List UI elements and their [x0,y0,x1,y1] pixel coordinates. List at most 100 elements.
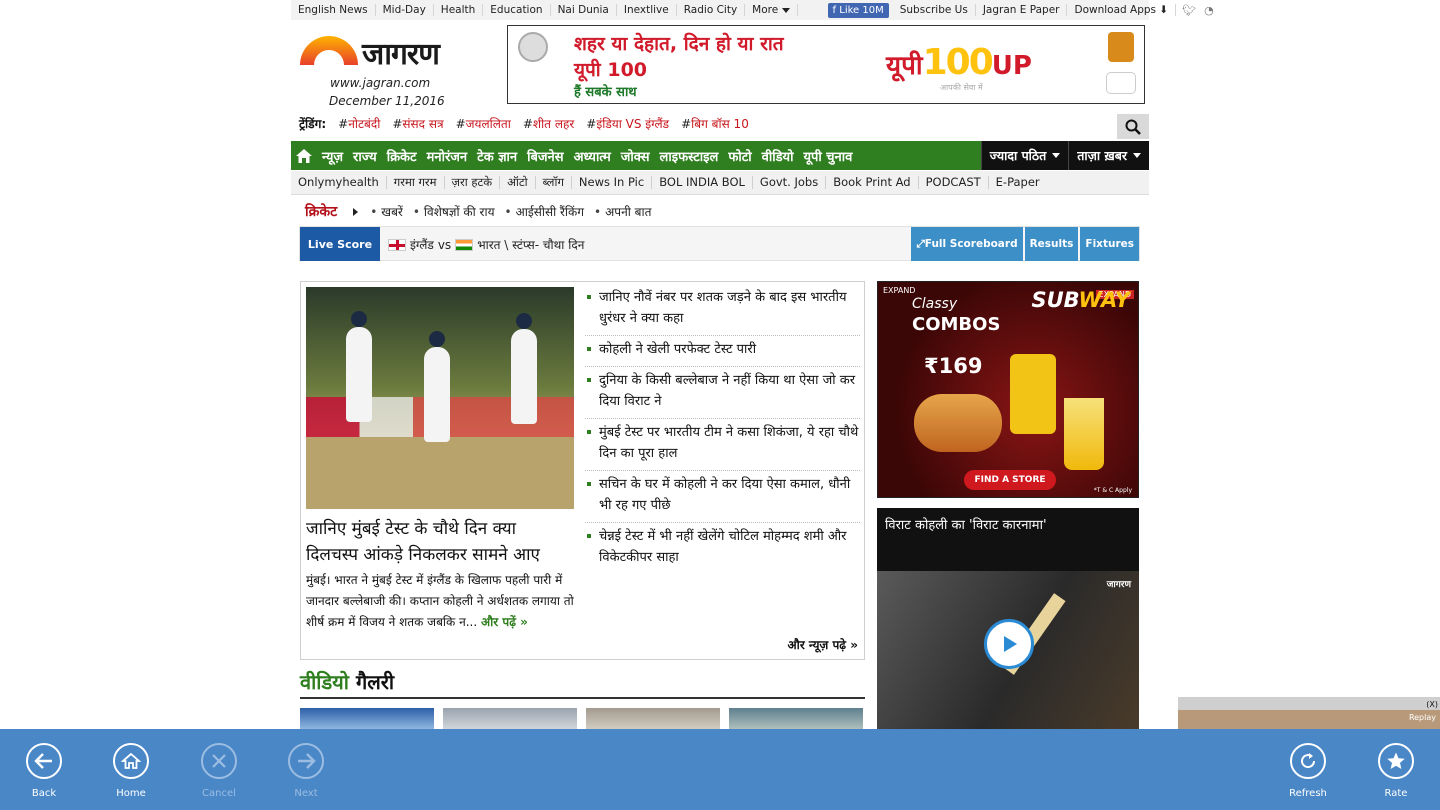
subway-ad[interactable]: EXPAND EXPAND Classy COMBOS SUBWAY ₹169 … [877,281,1139,498]
top-link-download-apps[interactable]: Download Apps ⬇ [1067,4,1177,16]
list-item[interactable]: दुनिया के किसी बल्लेबाज ने नहीं किया था … [585,367,860,419]
subnav-item[interactable]: BOL INDIA BOL [652,176,753,189]
top-link-english-news[interactable]: English News [291,4,376,16]
nav-item-lifestyle[interactable]: लाइफस्टाइल [655,147,724,165]
list-item[interactable]: सचिन के घर में कोहली ने कर दिया ऐसा कमाल… [585,471,860,523]
ad-combos-text: COMBOS [912,314,1001,335]
subnav-item[interactable]: E-Paper [989,176,1047,189]
trending-tag[interactable]: #नोटबंदी [338,115,380,132]
top-link-health[interactable]: Health [434,4,484,16]
nav-item-cricket[interactable]: क्रिकेट [382,147,422,165]
nav-item-jokes[interactable]: जोक्स [616,147,655,165]
refresh-button-circle [1290,743,1326,779]
nav-item-entertainment[interactable]: मनोरंजन [422,147,473,165]
top-link-education[interactable]: Education [483,4,551,16]
nav-home-button[interactable] [291,141,317,170]
fixtures-button[interactable]: Fixtures [1080,227,1139,261]
subnav-item[interactable]: ज़रा हटके [445,176,501,189]
home-label: Home [116,788,146,799]
read-more-link[interactable]: और पढ़ें » [481,615,528,629]
nav-item-up-election[interactable]: यूपी चुनाव [798,147,857,165]
cricket-link[interactable]: विशेषज्ञों की राय [413,203,495,220]
trending-tag[interactable]: #शीत लहर [523,115,574,132]
nav-item-news[interactable]: न्यूज़ [317,147,348,165]
subnav-item[interactable]: Book Print Ad [826,176,919,189]
top-link-more[interactable]: More [745,4,798,16]
banner-tagline: आपकी सेवा में [940,83,983,92]
top-story-image[interactable] [306,287,574,509]
cricket-link[interactable]: अपनी बात [594,203,651,220]
latest-news-dropdown[interactable]: ताज़ा ख़बर [1068,141,1149,170]
replay-button[interactable]: Replay [1409,713,1436,722]
nav-item-spirituality[interactable]: अध्यात्म [569,147,616,165]
nav-item-states[interactable]: राज्य [348,147,382,165]
subnav-item[interactable]: ऑटो [500,176,536,189]
refresh-button[interactable]: Refresh [1278,743,1338,799]
nav-item-tech[interactable]: टेक ज्ञान [472,147,522,165]
top-link-subscribe[interactable]: Subscribe Us [893,4,976,16]
up100-banner-ad[interactable]: शहर या देहात, दिन हो या रात यूपी 100 हैं… [507,25,1145,104]
rate-button-circle [1378,743,1414,779]
nav-item-video[interactable]: वीडियो [757,147,799,165]
subnav-item[interactable]: ब्लॉग [536,176,572,189]
home-button-circle [113,743,149,779]
ad-expand-label[interactable]: EXPAND [883,286,915,295]
ad-classy-text: Classy [912,296,958,312]
most-read-dropdown[interactable]: ज्यादा पठित [980,141,1069,170]
subnav-item[interactable]: Govt. Jobs [753,176,827,189]
top-story-headline[interactable]: जानिए मुंबई टेस्ट के चौथे दिन क्या दिलचस… [306,516,568,568]
trending-tag[interactable]: #संसद सत्र [392,115,443,132]
live-score-label[interactable]: Live Score [300,227,380,261]
video-gallery-title-part1: वीडियो [300,670,349,694]
subnav-item[interactable]: News In Pic [572,176,653,189]
list-item[interactable]: चेन्नई टेस्ट में भी नहीं खेलेंगे चोटिल म… [585,523,860,574]
live-score-text[interactable]: इंग्लैंड vs भारत \ स्टंप्स- चौथा दिन [388,236,584,253]
top-link-epaper[interactable]: Jagran E Paper [976,4,1068,16]
nav-item-photo[interactable]: फोटो [723,147,756,165]
trending-tag[interactable]: #जयललिता [456,115,511,132]
top-link-nai-dunia[interactable]: Nai Dunia [551,4,617,16]
top-link-mid-day[interactable]: Mid-Day [376,4,434,16]
home-button[interactable]: Home [101,743,161,799]
cricket-link[interactable]: आईसीसी रैंकिंग [505,203,584,220]
top-link-radio-city[interactable]: Radio City [677,4,746,16]
subnav-item[interactable]: गरमा गरम [387,176,445,189]
trending-tag[interactable]: #बिग बॉस 10 [681,115,749,132]
player-figure [511,313,537,424]
list-item[interactable]: जानिए नौवें नंबर पर शतक जड़ने के बाद इस … [585,284,860,336]
facebook-like-button[interactable]: f Like 10M [827,2,889,18]
results-button[interactable]: Results [1024,227,1079,261]
back-button[interactable]: Back [14,743,74,799]
full-scoreboard-button[interactable]: ⤢ Full Scoreboard [911,227,1023,261]
nav-item-business[interactable]: बिजनेस [522,147,568,165]
rate-button[interactable]: Rate [1366,743,1426,799]
rss-icon[interactable]: ◔ [1204,4,1214,17]
back-label: Back [31,788,57,799]
jagran-logo[interactable]: जागरण [300,32,450,72]
top-story-box: जानिए मुंबई टेस्ट के चौथे दिन क्या दिलचस… [300,281,865,660]
banner-line-2: यूपी 100 [574,59,648,81]
more-news-link[interactable]: और न्यूज़ पढ़े » [788,636,858,653]
close-ad-button[interactable]: (X) [1426,700,1438,709]
cricket-link[interactable]: खबरें [370,203,403,220]
video-gallery-heading[interactable]: वीडियो गैलरी [300,668,394,695]
list-item[interactable]: कोहली ने खेली परफेक्ट टेस्ट पारी [585,336,860,367]
next-button[interactable]: Next [276,743,336,799]
cancel-button[interactable]: Cancel [189,743,249,799]
cricket-title[interactable]: क्रिकेट [305,202,337,221]
featured-video-thumbnail[interactable]: जागरण [877,571,1139,731]
find-store-button[interactable]: FIND A STORE [964,470,1056,490]
search-button[interactable] [1117,114,1149,139]
top-link-inextlive[interactable]: Inextlive [617,4,677,16]
app-bar: Back Home Cancel Next Refresh Rate [0,729,1440,810]
list-item[interactable]: मुंबई टेस्ट पर भारतीय टीम ने कसा शिकंजा,… [585,419,860,471]
play-button[interactable] [984,619,1034,669]
subnav-item[interactable]: PODCAST [919,176,989,189]
subnav-item[interactable]: Onlymyhealth [291,176,387,189]
social-icons: 🐦︎ ◔ [1182,4,1214,17]
featured-video-card[interactable]: विराट कोहली का 'विराट कारनामा' जागरण [877,508,1139,738]
twitter-icon[interactable]: 🐦︎ [1182,4,1196,17]
featured-video-title[interactable]: विराट कोहली का 'विराट कारनामा' [885,515,1047,533]
ad-terms: *T & C Apply [1093,487,1132,494]
trending-tag[interactable]: #इंडिया VS इंग्लैंड [586,115,669,132]
